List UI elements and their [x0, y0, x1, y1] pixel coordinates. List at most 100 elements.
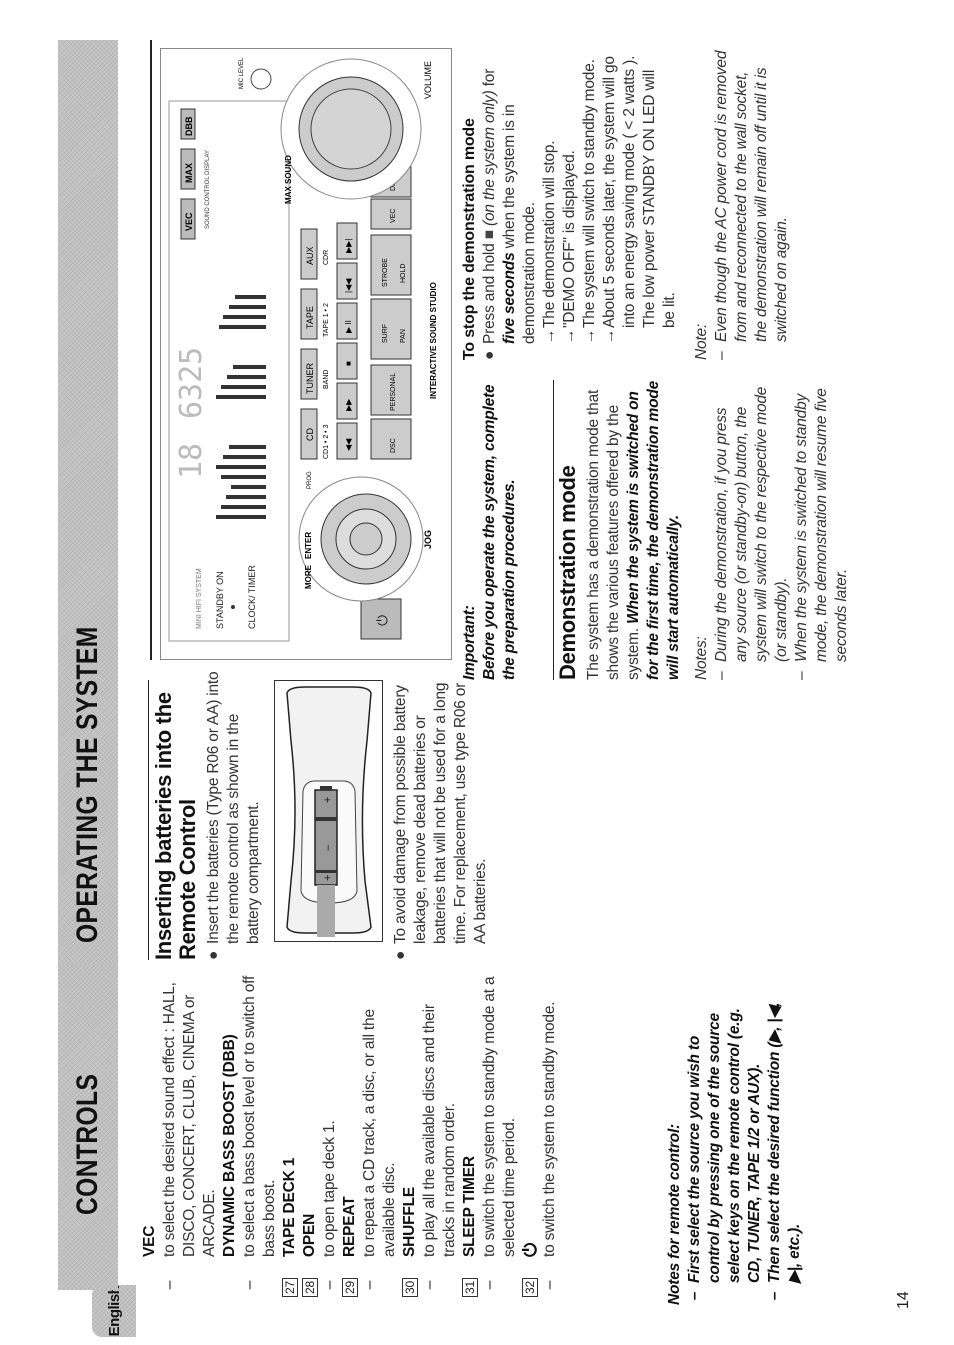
- remote-notes: Notes for remote control: – First select …: [665, 985, 805, 1305]
- number-box: 29: [342, 1278, 358, 1297]
- svg-text:TAPE: TAPE: [305, 306, 315, 329]
- batteries-bullet-text: To avoid damage from possible battery le…: [392, 682, 489, 944]
- control-item-open: 28 OPEN – to open tape deck 1.: [300, 965, 340, 1305]
- batteries-bullet-2: ● To avoid damage from possible battery l…: [392, 682, 489, 960]
- manual-page: English CONTROLS OPERATING THE SYSTEM VE…: [0, 0, 954, 1345]
- remote-notes-title: Notes for remote control:: [666, 1123, 683, 1305]
- remote-note-item: – Then select the desired function (▶, |◀…: [766, 1002, 803, 1301]
- svg-text:MIC LEVEL: MIC LEVEL: [239, 57, 245, 89]
- minus-label: –: [322, 844, 334, 851]
- stop-note-item: – Even though the AC power cord is remove…: [713, 50, 790, 360]
- number-box: 31: [462, 1278, 478, 1297]
- control-desc: to select a bass boost level or to switc…: [241, 975, 278, 1257]
- svg-text:TUNER: TUNER: [305, 363, 315, 394]
- enter-label: ENTER: [304, 532, 313, 559]
- controls-title: CONTROLS: [71, 1073, 104, 1215]
- demo-note-item: – During the demonstration, if you press …: [713, 386, 790, 680]
- control-label: OPEN: [301, 1213, 318, 1257]
- svg-text:SURF: SURF: [382, 324, 389, 343]
- svg-text:VEC: VEC: [184, 212, 194, 231]
- control-item-dbb: DYNAMIC BASS BOOST (DBB) – to select a ba…: [220, 965, 280, 1305]
- demo-notes-label: Notes:: [693, 636, 710, 680]
- svg-text:▶ II: ▶ II: [344, 320, 353, 333]
- control-desc: to repeat a CD track, a disc, or all the…: [361, 1009, 398, 1257]
- volume-label: VOLUME: [423, 61, 433, 99]
- number-box: 30: [402, 1278, 418, 1297]
- stop-for-text: for: [481, 68, 498, 91]
- svg-text:SOUND CONTROL DISPLAY: SOUND CONTROL DISPLAY: [205, 150, 211, 229]
- number-box: 32: [522, 1278, 538, 1297]
- svg-text:◀◀: ◀◀: [344, 438, 353, 451]
- remote-note-item: – First select the source you wish to con…: [686, 1008, 763, 1301]
- control-desc: to play all the available discs and thei…: [421, 1004, 458, 1257]
- svg-text:▶▶|: ▶▶|: [344, 239, 353, 253]
- svg-text:CDR: CDR: [323, 250, 330, 265]
- svg-text:PAN: PAN: [400, 329, 407, 343]
- svg-text:HOLD: HOLD: [400, 264, 407, 283]
- stop-press-text: Press and hold: [481, 239, 498, 344]
- result-item: → About 5 seconds later, the system will …: [600, 50, 680, 344]
- effect-buttons: DSC PERSONAL SURFPAN STROBEHOLD VEC DBB: [370, 166, 412, 460]
- svg-text:MAX: MAX: [184, 163, 194, 183]
- stop-on-system-text: (on the system only): [481, 90, 498, 231]
- svg-text:STROBE: STROBE: [382, 258, 389, 287]
- result-text: The demonstration will stop.: [541, 140, 558, 328]
- operating-header-bar: OPERATING THE SYSTEM: [58, 40, 118, 965]
- stop-demo-heading: To stop the demonstration mode: [461, 118, 478, 360]
- clock-timer-label: CLOCK/ TIMER: [247, 565, 257, 629]
- lcd-digits-right: 6325: [174, 347, 209, 419]
- svg-text:CD1 • 2 • 3: CD1 • 2 • 3: [323, 424, 330, 459]
- demo-section: Demonstration mode The system has a demo…: [555, 380, 852, 680]
- transport-buttons: ◀◀ ▶▶ ■ ▶ II |◀◀ ▶▶|: [336, 222, 358, 460]
- demo-rule: [553, 380, 554, 680]
- batteries-bullet-1: ● Insert the batteries (Type R06 or AA) i…: [205, 671, 262, 960]
- stop-five-text: five seconds: [501, 252, 518, 344]
- arrow-icon: →: [541, 328, 558, 344]
- language-label: English: [105, 1285, 123, 1337]
- batteries-heading: Inserting batteries into the Remote Cont…: [151, 692, 200, 960]
- svg-text:AUX: AUX: [305, 246, 315, 265]
- control-item-repeat: 29 REPEAT – to repeat a CD track, a disc,…: [340, 965, 400, 1305]
- important-label: Important:: [461, 605, 478, 680]
- language-tab: English: [92, 1285, 136, 1337]
- remote-note-text: Then select the desired function (▶, |◀,…: [766, 1002, 803, 1283]
- more-label: MORE: [304, 564, 313, 589]
- lcd-digits-left: 18: [174, 443, 209, 479]
- operating-title: OPERATING THE SYSTEM: [71, 626, 104, 943]
- brand-line: MINI HIFI SYSTEM: [196, 568, 203, 629]
- svg-text:▶▶: ▶▶: [344, 398, 353, 411]
- stop-demo-section: To stop the demonstration mode ● Press an…: [460, 50, 792, 360]
- control-item-sleep: 31 SLEEP TIMER – to switch the system to …: [460, 965, 520, 1305]
- plus-label: +: [322, 875, 334, 881]
- stop-button-icon: ■: [481, 230, 498, 240]
- svg-text:CD: CD: [305, 428, 315, 441]
- stop-demo-instruction: ● Press and hold ■ (on the system only) f…: [481, 68, 538, 360]
- arrow-icon: →: [601, 328, 618, 344]
- stop-demo-results: → The demonstration will stop. → "DEMO OFF…: [540, 50, 680, 360]
- controls-header-bar: CONTROLS: [58, 960, 118, 1290]
- important-block: Important: Before you operate the system…: [460, 380, 520, 680]
- device-front-panel: MINI HIFI SYSTEM STANDBY ON CLOCK/ TIMER…: [160, 48, 452, 660]
- plus-label: +: [322, 797, 334, 803]
- control-label: SLEEP TIMER: [461, 1156, 478, 1257]
- device-diagram: MINI HIFI SYSTEM STANDBY ON CLOCK/ TIMER…: [168, 57, 438, 642]
- svg-text:|◀◀: |◀◀: [344, 278, 353, 293]
- control-desc: to select the desired sound effect : HAL…: [161, 982, 218, 1257]
- svg-text:TAPE 1 • 2: TAPE 1 • 2: [323, 303, 330, 337]
- jog-label: JOG: [423, 530, 433, 549]
- svg-text:PERSONAL: PERSONAL: [390, 373, 397, 411]
- demo-paragraph: The system has a demonstration mode that…: [584, 380, 684, 680]
- control-item-vec: VEC – to select the desired sound effect …: [140, 965, 220, 1305]
- svg-text:VEC: VEC: [390, 209, 397, 223]
- demo-note-text: When the system is switched to standby m…: [793, 388, 850, 662]
- result-text: "DEMO OFF" is displayed.: [561, 150, 578, 328]
- control-item-shuffle: 30 SHUFFLE – to play all the available di…: [400, 965, 460, 1305]
- control-label: DYNAMIC BASS BOOST (DBB): [221, 1034, 238, 1257]
- number-box: 28: [302, 1278, 318, 1297]
- control-desc: to open tape deck 1.: [321, 1120, 338, 1257]
- max-sound-label: MAX SOUND: [284, 155, 293, 204]
- svg-text:DBB: DBB: [184, 116, 194, 136]
- mic-level-knob: [250, 68, 272, 90]
- result-item: → The demonstration will stop.: [540, 50, 560, 344]
- svg-text:■: ■: [344, 361, 353, 366]
